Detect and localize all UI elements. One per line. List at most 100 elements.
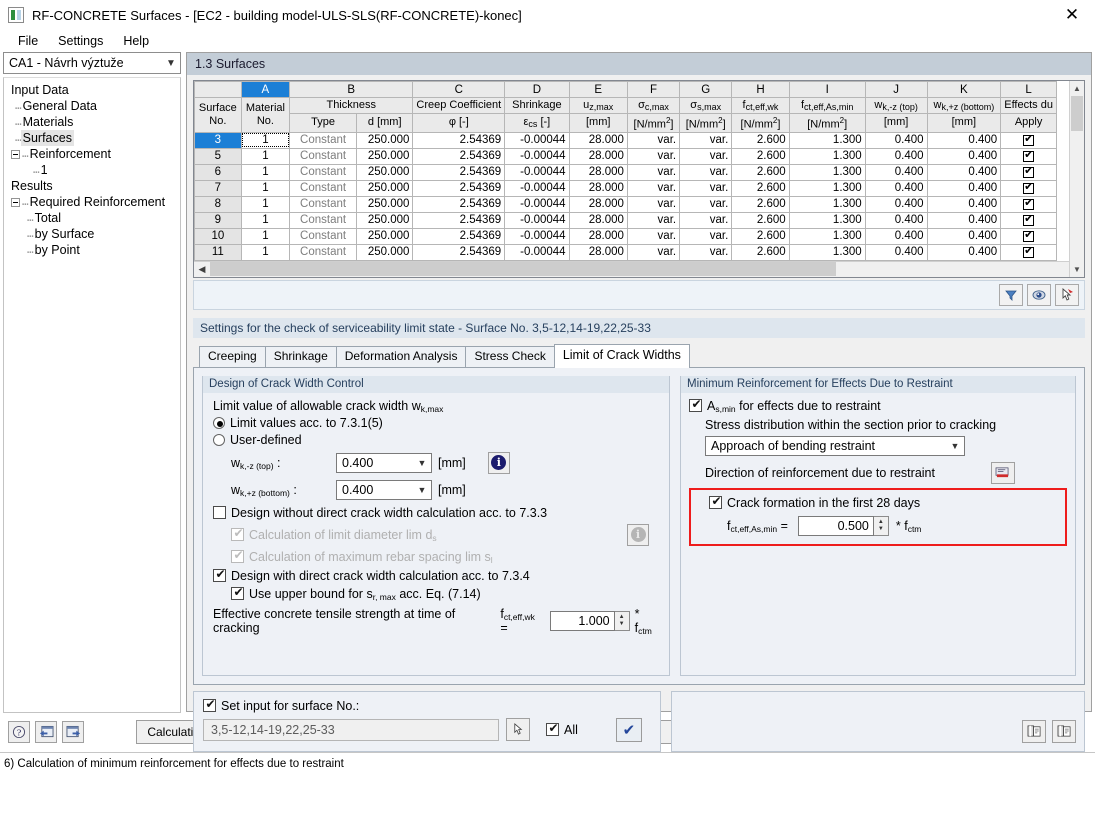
cell-fct-wk[interactable]: 2.600 [732,228,789,244]
tree-item-general-data[interactable]: … General Data [7,98,180,114]
cell-wk-bottom[interactable]: 0.400 [927,196,1001,212]
tab-creeping[interactable]: Creeping [199,346,266,367]
table-row[interactable]: 8 1 Constant 250.000 2.54369 -0.00044 28… [195,196,1057,212]
column-letter-b[interactable]: B [290,82,413,98]
cell-wk-bottom[interactable]: 0.400 [927,212,1001,228]
chk-design-with-direct[interactable]: Design with direct crack width calculati… [213,569,659,583]
cell-shrinkage[interactable]: -0.00044 [505,212,569,228]
tab-stress-check[interactable]: Stress Check [465,346,554,367]
cell-apply[interactable] [1001,180,1057,196]
cell-d[interactable]: 250.000 [357,132,413,148]
scroll-left-icon[interactable]: ◀ [194,264,210,275]
cell-type[interactable]: Constant [290,244,357,260]
cell-material[interactable]: 1 [241,228,289,244]
cell-fct-asmin[interactable]: 1.300 [789,164,865,180]
cell-apply[interactable] [1001,164,1057,180]
cell-creep[interactable]: 2.54369 [413,228,505,244]
spin-down-icon[interactable]: ▼ [878,526,884,533]
row-header[interactable]: 10 [195,228,242,244]
table-row[interactable]: 3 1 Constant 250.000 2.54369 -0.00044 28… [195,132,1057,148]
cell-fct-asmin[interactable]: 1.300 [789,212,865,228]
tree-item-required-reinforcement[interactable]: … Required Reinforcement [7,194,180,210]
row-header[interactable]: 9 [195,212,242,228]
scroll-up-icon[interactable]: ▲ [1070,81,1084,96]
apply-checkbox[interactable] [1023,215,1034,226]
cell-type[interactable]: Constant [290,196,357,212]
apply-checkbox[interactable] [1023,167,1034,178]
cell-creep[interactable]: 2.54369 [413,132,505,148]
tab-shrinkage[interactable]: Shrinkage [265,346,337,367]
spin-up-icon[interactable]: ▲ [619,614,625,621]
effective-tensile-input[interactable]: 1.000 [550,611,615,631]
cell-material[interactable]: 1 [241,148,289,164]
column-letter-d[interactable]: D [505,82,569,98]
cell-uzmax[interactable]: 28.000 [569,212,627,228]
cell-type[interactable]: Constant [290,228,357,244]
table-row[interactable]: 9 1 Constant 250.000 2.54369 -0.00044 28… [195,212,1057,228]
cell-sigma-c[interactable]: var. [627,164,679,180]
cell-uzmax[interactable]: 28.000 [569,148,627,164]
cell-apply[interactable] [1001,148,1057,164]
cell-type[interactable]: Constant [290,132,357,148]
cell-creep[interactable]: 2.54369 [413,212,505,228]
cell-material[interactable]: 1 [241,244,289,260]
tree-item-results[interactable]: Results [7,178,180,194]
cell-wk-bottom[interactable]: 0.400 [927,228,1001,244]
column-letter-h[interactable]: H [732,82,789,98]
spin-up-icon[interactable]: ▲ [878,519,884,526]
cell-d[interactable]: 250.000 [357,180,413,196]
cell-sigma-s[interactable]: var. [680,148,732,164]
cell-sigma-s[interactable]: var. [680,212,732,228]
effective-tensile-spinner[interactable]: ▲▼ [615,611,630,631]
cell-apply[interactable] [1001,212,1057,228]
row-header[interactable]: 5 [195,148,242,164]
column-letter-f[interactable]: F [627,82,679,98]
column-letter-j[interactable]: J [865,82,927,98]
cell-fct-asmin[interactable]: 1.300 [789,196,865,212]
cell-wk-top[interactable]: 0.400 [865,164,927,180]
menu-item-file[interactable]: File [8,32,48,50]
cell-shrinkage[interactable]: -0.00044 [505,132,569,148]
column-letter-k[interactable]: K [927,82,1001,98]
wk-bottom-select[interactable]: 0.400 ▼ [336,480,432,500]
apply-check-icon[interactable]: ✔ [616,718,642,742]
hscroll-thumb[interactable] [210,262,836,276]
tree-item-surfaces[interactable]: … Surfaces [7,130,180,146]
visibility-icon[interactable] [1027,284,1051,306]
cell-sigma-s[interactable]: var. [680,228,732,244]
cell-sigma-s[interactable]: var. [680,164,732,180]
radio-icon[interactable] [213,417,225,429]
table-vertical-scrollbar[interactable]: ▲ ▼ [1069,81,1084,277]
wk-top-select[interactable]: 0.400 ▼ [336,453,432,473]
row-header[interactable]: 7 [195,180,242,196]
apply-checkbox[interactable] [1023,183,1034,194]
row-header[interactable]: 6 [195,164,242,180]
column-letter-c[interactable]: C [413,82,505,98]
cell-d[interactable]: 250.000 [357,228,413,244]
pick-surface-icon[interactable] [506,718,530,741]
cell-wk-bottom[interactable]: 0.400 [927,132,1001,148]
row-header[interactable]: 11 [195,244,242,260]
cell-sigma-c[interactable]: var. [627,244,679,260]
apply-checkbox[interactable] [1023,231,1034,242]
apply-checkbox[interactable] [1023,247,1034,258]
checkbox-icon[interactable] [213,506,226,519]
row-header[interactable]: 3 [195,132,242,148]
checkbox-icon[interactable] [709,496,722,509]
column-letter-g[interactable]: G [680,82,732,98]
cell-apply[interactable] [1001,196,1057,212]
cell-apply[interactable] [1001,228,1057,244]
collapse-icon[interactable] [11,150,20,159]
next-icon[interactable] [62,721,84,743]
table-row[interactable]: 11 1 Constant 250.000 2.54369 -0.00044 2… [195,244,1057,260]
cell-creep[interactable]: 2.54369 [413,148,505,164]
cell-fct-asmin[interactable]: 1.300 [789,132,865,148]
cell-type[interactable]: Constant [290,148,357,164]
close-icon[interactable]: ✕ [1049,0,1095,30]
checkbox-icon[interactable] [231,587,244,600]
cell-wk-top[interactable]: 0.400 [865,228,927,244]
cell-sigma-c[interactable]: var. [627,228,679,244]
cell-type[interactable]: Constant [290,212,357,228]
cell-material[interactable]: 1 [241,164,289,180]
cell-material[interactable]: 1 [241,132,289,148]
